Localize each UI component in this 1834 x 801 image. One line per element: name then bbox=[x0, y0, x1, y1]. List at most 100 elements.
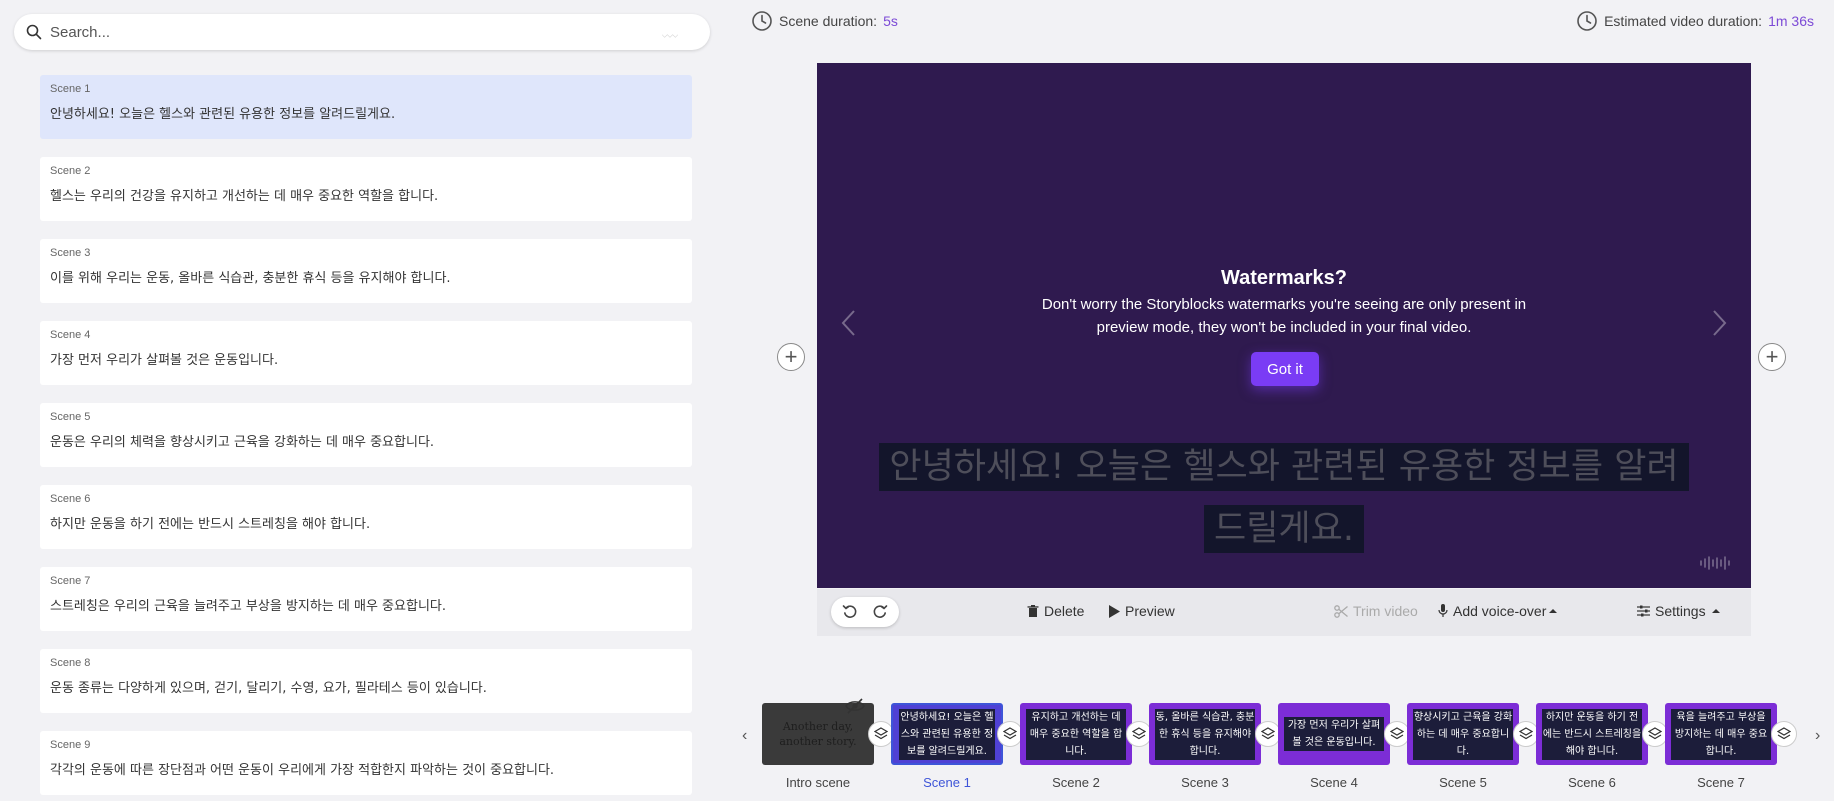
thumbnail-text-wrap: 안녕하세요! 오늘은 헬스와 관련된 유용한 정보를 알려드릴게요. bbox=[893, 705, 1001, 763]
redo-icon bbox=[873, 605, 888, 618]
scene-label: Scene 6 bbox=[50, 493, 91, 505]
scene-thumbnail-6[interactable]: 하지만 운동을 하기 전에는 반드시 스트레칭을 해야 합니다. bbox=[1536, 703, 1648, 765]
scene-timeline: ‹ › Another day, another story. Intro sc… bbox=[733, 695, 1834, 801]
preview-toolbar: Delete Preview Trim video Add voice-over… bbox=[817, 589, 1751, 636]
timeline-next-button[interactable]: › bbox=[1815, 727, 1820, 745]
settings-button[interactable]: Settings bbox=[1637, 603, 1725, 619]
thumbnail-text: 동, 올바른 식습관, 충분한 휴식 등을 유지해야 합니다. bbox=[1155, 708, 1255, 760]
search-box[interactable] bbox=[14, 14, 710, 50]
scene-label: Scene 5 bbox=[50, 411, 91, 423]
search-input[interactable] bbox=[50, 23, 710, 41]
scene-duration: Scene duration: 5s bbox=[751, 10, 898, 32]
caption-container: 안녕하세요! 오늘은 헬스와 관련된 유용한 정보를 알려드릴게요. bbox=[877, 436, 1691, 560]
scene-text[interactable]: 이를 위해 우리는 운동, 올바른 식습관, 충분한 휴식 등을 유지해야 합니… bbox=[50, 267, 682, 286]
scene-text[interactable]: 하지만 운동을 하기 전에는 반드시 스트레칭을 해야 합니다. bbox=[50, 513, 682, 532]
watermark-message: Don't worry the Storyblocks watermarks y… bbox=[1041, 296, 1527, 336]
scene-duration-value[interactable]: 5s bbox=[883, 13, 898, 29]
layers-icon bbox=[1777, 727, 1791, 740]
thumbnail-text: 안녕하세요! 오늘은 헬스와 관련된 유용한 정보를 알려드릴게요. bbox=[899, 708, 995, 760]
add-scene-before-button[interactable]: + bbox=[777, 343, 805, 371]
scene-thumbnail-label-5[interactable]: Scene 5 bbox=[1407, 775, 1519, 790]
audio-waveform-icon bbox=[1700, 556, 1730, 570]
scene-text[interactable]: 안녕하세요! 오늘은 헬스와 관련된 유용한 정보를 알려드릴게요. bbox=[50, 103, 682, 122]
caret-up-icon bbox=[1549, 609, 1558, 613]
eye-off-icon[interactable] bbox=[845, 697, 865, 715]
scene-text[interactable]: 가장 먼저 우리가 살펴볼 것은 운동입니다. bbox=[50, 349, 682, 368]
scene-text[interactable]: 헬스는 우리의 건강을 유지하고 개선하는 데 매우 중요한 역할을 합니다. bbox=[50, 185, 682, 204]
settings-label: Settings bbox=[1655, 603, 1706, 619]
scene-thumbnail-label-7[interactable]: Scene 7 bbox=[1665, 775, 1777, 790]
thumbnail-text-wrap: 하지만 운동을 하기 전에는 반드시 스트레칭을 해야 합니다. bbox=[1536, 703, 1648, 765]
undo-icon bbox=[842, 605, 857, 618]
scene-label: Scene 1 bbox=[50, 83, 91, 95]
scene-thumbnail-7[interactable]: 육을 늘려주고 부상을 방지하는 데 매우 중요합니다. bbox=[1665, 703, 1777, 765]
scene-card-7[interactable]: Scene 7 스트레칭은 우리의 근육을 늘려주고 부상을 방지하는 데 매우… bbox=[40, 567, 692, 631]
transition-button[interactable] bbox=[1771, 721, 1797, 747]
trim-video-button[interactable]: Trim video bbox=[1334, 603, 1418, 619]
scene-card-5[interactable]: Scene 5 운동은 우리의 체력을 향상시키고 근육을 강화하는 데 매우 … bbox=[40, 403, 692, 467]
thumbnail-text: 하지만 운동을 하기 전에는 반드시 스트레칭을 해야 합니다. bbox=[1542, 708, 1642, 760]
microphone-icon bbox=[1438, 604, 1448, 617]
search-icon bbox=[26, 24, 42, 40]
scene-card-8[interactable]: Scene 8 운동 종류는 다양하게 있으며, 걷기, 달리기, 수영, 요가… bbox=[40, 649, 692, 713]
add-voiceover-button[interactable]: Add voice-over bbox=[1438, 603, 1562, 619]
scene-label: Scene 3 bbox=[50, 247, 91, 259]
scene-label: Scene 9 bbox=[50, 739, 91, 751]
scissors-icon bbox=[1334, 604, 1348, 618]
collapse-icon bbox=[662, 34, 678, 38]
add-voiceover-label: Add voice-over bbox=[1453, 603, 1547, 619]
layers-icon bbox=[1519, 727, 1533, 740]
video-preview[interactable]: Watermarks? Don't worry the Storyblocks … bbox=[817, 63, 1751, 588]
next-scene-icon[interactable] bbox=[1709, 308, 1729, 338]
got-it-button[interactable]: Got it bbox=[1251, 352, 1319, 386]
preview-button[interactable]: Preview bbox=[1109, 603, 1175, 619]
scene-thumbnail-label-3[interactable]: Scene 3 bbox=[1149, 775, 1261, 790]
scene-thumbnail-5[interactable]: 향상시키고 근육을 강화하는 데 매우 중요합니다. bbox=[1407, 703, 1519, 765]
scene-thumbnail-1[interactable]: 안녕하세요! 오늘은 헬스와 관련된 유용한 정보를 알려드릴게요. bbox=[891, 703, 1003, 765]
undo-button[interactable] bbox=[836, 599, 864, 625]
scene-text[interactable]: 운동은 우리의 체력을 향상시키고 근육을 강화하는 데 매우 중요합니다. bbox=[50, 431, 682, 450]
layers-icon bbox=[1261, 727, 1275, 740]
scene-label: Scene 8 bbox=[50, 657, 91, 669]
layers-icon bbox=[1390, 727, 1404, 740]
scene-card-9[interactable]: Scene 9 각각의 운동에 따른 장단점과 어떤 운동이 우리에게 가장 적… bbox=[40, 731, 692, 795]
delete-button[interactable]: Delete bbox=[1027, 603, 1084, 619]
scene-thumbnail-3[interactable]: 동, 올바른 식습관, 충분한 휴식 등을 유지해야 합니다. bbox=[1149, 703, 1261, 765]
scene-text[interactable]: 운동 종류는 다양하게 있으며, 걷기, 달리기, 수영, 요가, 필라테스 등… bbox=[50, 677, 682, 696]
scene-thumbnail-label-6[interactable]: Scene 6 bbox=[1536, 775, 1648, 790]
clock-icon bbox=[752, 11, 772, 31]
previous-scene-icon[interactable] bbox=[839, 308, 859, 338]
undo-redo-group bbox=[831, 597, 899, 627]
scene-thumbnail-label-2[interactable]: Scene 2 bbox=[1020, 775, 1132, 790]
thumbnail-text: 향상시키고 근육을 강화하는 데 매우 중요합니다. bbox=[1413, 708, 1513, 760]
scene-thumbnail-label-1[interactable]: Scene 1 bbox=[891, 775, 1003, 790]
intro-scene-label[interactable]: Intro scene bbox=[762, 775, 874, 790]
preview-label: Preview bbox=[1125, 603, 1175, 619]
scene-label: Scene 2 bbox=[50, 165, 91, 177]
caret-up-icon bbox=[1711, 609, 1720, 613]
scene-thumbnail-label-4[interactable]: Scene 4 bbox=[1278, 775, 1390, 790]
scene-card-6[interactable]: Scene 6 하지만 운동을 하기 전에는 반드시 스트레칭을 해야 합니다. bbox=[40, 485, 692, 549]
scene-card-2[interactable]: Scene 2 헬스는 우리의 건강을 유지하고 개선하는 데 매우 중요한 역… bbox=[40, 157, 692, 221]
trim-video-label: Trim video bbox=[1353, 603, 1418, 619]
scene-card-4[interactable]: Scene 4 가장 먼저 우리가 살펴볼 것은 운동입니다. bbox=[40, 321, 692, 385]
scene-thumbnail-2[interactable]: 유지하고 개선하는 데 매우 중요한 역할을 합니다. bbox=[1020, 703, 1132, 765]
add-scene-after-button[interactable]: + bbox=[1758, 343, 1786, 371]
intro-thumbnail-text: Another day, another story. bbox=[779, 720, 857, 748]
scene-card-1[interactable]: Scene 1 안녕하세요! 오늘은 헬스와 관련된 유용한 정보를 알려드릴게… bbox=[40, 75, 692, 139]
scene-card-3[interactable]: Scene 3 이를 위해 우리는 운동, 올바른 식습관, 충분한 휴식 등을… bbox=[40, 239, 692, 303]
watermark-title: Watermarks? bbox=[1221, 267, 1347, 289]
thumbnail-text-wrap: 향상시키고 근육을 강화하는 데 매우 중요합니다. bbox=[1407, 703, 1519, 765]
thumbnail-text-wrap: 유지하고 개선하는 데 매우 중요한 역할을 합니다. bbox=[1020, 703, 1132, 765]
timeline-prev-button[interactable]: ‹ bbox=[742, 727, 747, 745]
thumbnail-text: 유지하고 개선하는 데 매우 중요한 역할을 합니다. bbox=[1026, 708, 1126, 760]
sliders-icon bbox=[1637, 605, 1650, 617]
scene-text[interactable]: 각각의 운동에 따른 장단점과 어떤 운동이 우리에게 가장 적합한지 파악하는… bbox=[50, 759, 682, 778]
redo-button[interactable] bbox=[866, 599, 894, 625]
scene-label: Scene 7 bbox=[50, 575, 91, 587]
scene-duration-label: Scene duration: bbox=[779, 13, 878, 29]
layers-icon bbox=[1648, 727, 1662, 740]
script-panel: Scene 1 안녕하세요! 오늘은 헬스와 관련된 유용한 정보를 알려드릴게… bbox=[0, 0, 733, 801]
scene-text[interactable]: 스트레칭은 우리의 근육을 늘려주고 부상을 방지하는 데 매우 중요합니다. bbox=[50, 595, 682, 614]
scene-thumbnail-4[interactable]: 가장 먼저 우리가 살펴볼 것은 운동입니다. bbox=[1278, 703, 1390, 765]
